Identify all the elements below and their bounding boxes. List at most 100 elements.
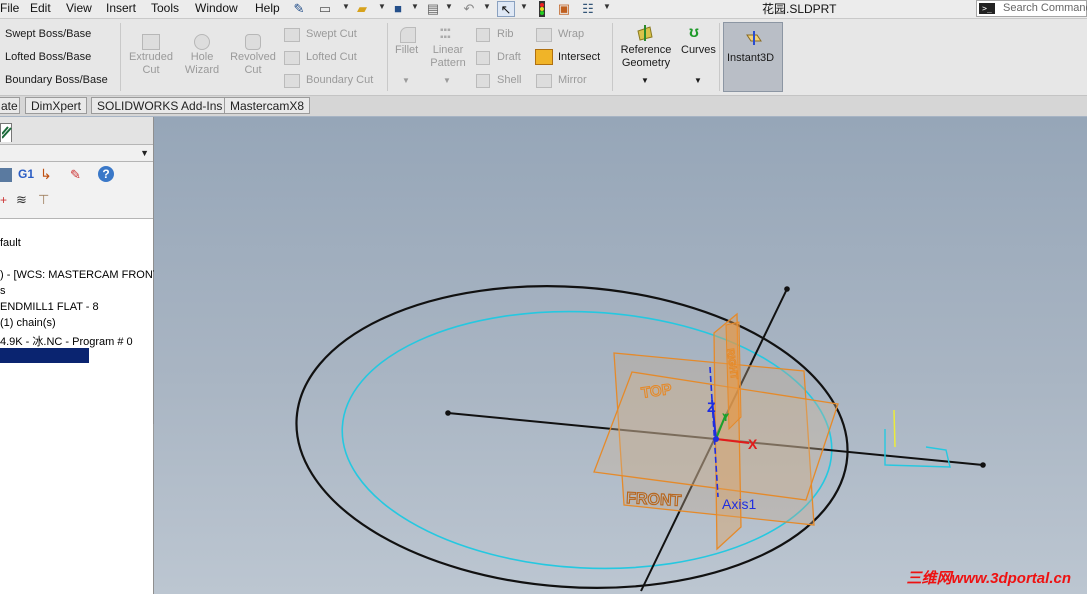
graphics-viewport[interactable]: ⌕ ⌕ ↩ ◧ ▦ ◩ ◌ ◉ ▣ TOP FRONT RIGHT Axis1 <box>154 117 1087 594</box>
verify-icon[interactable] <box>0 168 12 182</box>
small-sketch-yellow <box>893 409 896 448</box>
hole-wizard-icon <box>194 34 210 50</box>
curves-icon: ʊ <box>689 24 699 41</box>
intersect-button[interactable]: Intersect <box>558 51 600 63</box>
g1-button[interactable]: G1 <box>18 167 34 181</box>
watermark: 三维网www.3dportal.cn <box>906 570 1071 587</box>
boundary-boss-button[interactable]: Boundary Boss/Base <box>5 74 108 86</box>
menu-insert[interactable]: Insert <box>106 1 136 15</box>
search-commands-input[interactable]: >_ Search Commands <box>976 0 1087 17</box>
menu-tools[interactable]: Tools <box>151 1 179 15</box>
ribbon-divider <box>719 23 720 91</box>
boundary-cut-icon <box>284 74 300 88</box>
chevron-down-icon[interactable]: ▼ <box>402 76 410 85</box>
tree-item-toolpath-group[interactable]: ) - [WCS: MASTERCAM FRONT] <box>0 269 163 281</box>
menu-file[interactable]: File <box>0 1 19 15</box>
pin-icon[interactable]: ✎ <box>292 1 306 17</box>
insert-arrow-icon[interactable]: ⊤ <box>38 192 49 208</box>
save-icon[interactable]: ■ <box>390 1 406 17</box>
menu-edit[interactable]: Edit <box>30 1 51 15</box>
tab-evaluate[interactable]: ate <box>0 97 20 114</box>
panel-dropdown[interactable]: ▼ <box>0 145 153 162</box>
swept-boss-button[interactable]: Swept Boss/Base <box>5 28 91 40</box>
revolved-cut-label-line2: Cut <box>244 64 262 76</box>
help-icon[interactable]: ? <box>98 166 114 182</box>
menu-help[interactable]: Help <box>255 1 280 15</box>
linear-pattern-label-line2: Pattern <box>430 57 466 69</box>
sketch-point <box>445 410 451 416</box>
mirror-icon <box>536 74 552 88</box>
document-title: 花园.SLDPRT <box>762 2 837 16</box>
hole-wizard-label-line1: Hole <box>190 51 214 63</box>
panel-tab-strip <box>0 117 153 145</box>
axis1-label: Axis1 <box>722 496 756 512</box>
toggle-display-icon[interactable]: ≋ <box>16 192 27 208</box>
swept-cut-button[interactable]: Swept Cut <box>306 28 357 40</box>
tree-item-tool[interactable]: ENDMILL1 FLAT - 8 <box>0 301 99 313</box>
chevron-down-icon[interactable]: ▼ <box>694 76 702 85</box>
chevron-down-icon[interactable]: ▼ <box>342 2 350 11</box>
tab-mastercamx8[interactable]: MastercamX8 <box>224 97 311 114</box>
wrap-button[interactable]: Wrap <box>558 28 584 40</box>
draft-button[interactable]: Draft <box>497 51 521 63</box>
options-icon[interactable]: ☷ <box>580 1 596 17</box>
chevron-down-icon[interactable]: ▼ <box>140 148 149 158</box>
post-icon[interactable]: ↳ <box>40 166 52 183</box>
chevron-down-icon[interactable]: ▼ <box>443 76 451 85</box>
linear-pattern-button[interactable]: Linear Pattern <box>424 44 472 70</box>
ribbon-divider <box>120 23 121 91</box>
mirror-button[interactable]: Mirror <box>558 74 587 86</box>
tree-item-nc-file[interactable]: 4.9K - 冰.NC - Program # 0 <box>0 333 133 349</box>
print-icon[interactable]: ▤ <box>425 1 441 17</box>
chevron-down-icon[interactable]: ▼ <box>411 2 419 11</box>
tab-dimxpert[interactable]: DimXpert <box>25 97 88 114</box>
triad-x-label: X <box>748 436 758 452</box>
revolved-cut-label-line1: Revolved <box>230 51 276 63</box>
fillet-button[interactable]: Fillet <box>395 44 418 56</box>
reference-geometry-button[interactable]: Reference Geometry <box>617 44 675 70</box>
chevron-down-icon[interactable]: ▼ <box>603 2 611 11</box>
menu-window[interactable]: Window <box>195 1 238 15</box>
instant3d-icon <box>746 31 762 45</box>
file-props-icon[interactable]: ▣ <box>556 1 572 17</box>
rib-button[interactable]: Rib <box>497 28 514 40</box>
chevron-down-icon[interactable]: ▼ <box>641 76 649 85</box>
new-doc-icon[interactable]: ▭ <box>318 1 332 17</box>
rib-icon <box>476 28 490 42</box>
model-graphics: TOP FRONT RIGHT Axis1 Z X Y <box>295 285 986 592</box>
linear-pattern-icon: ▪▪▪ ▪▪▪ <box>440 25 451 43</box>
open-icon[interactable]: ▰ <box>354 1 370 17</box>
highfeed-icon[interactable]: ✎ <box>70 167 81 183</box>
chevron-down-icon[interactable]: ▼ <box>445 2 453 11</box>
traffic-light-icon[interactable] <box>536 1 548 17</box>
extruded-cut-label-line1: Extruded <box>128 51 174 63</box>
tree-item-geometry[interactable]: (1) chain(s) <box>0 317 56 329</box>
chevron-down-icon[interactable]: ▼ <box>520 2 528 11</box>
boundary-cut-button[interactable]: Boundary Cut <box>306 74 373 86</box>
lofted-cut-button[interactable]: Lofted Cut <box>306 51 357 63</box>
extruded-cut-icon <box>142 34 160 50</box>
chevron-down-icon[interactable]: ▼ <box>483 2 491 11</box>
extruded-cut-button[interactable]: Extruded Cut <box>126 51 176 77</box>
menu-bar: File Edit View Insert Tools Window Help … <box>0 0 1087 19</box>
tab-solidworks-addins[interactable]: SOLIDWORKS Add-Ins <box>91 97 229 114</box>
ribbon-divider <box>387 23 388 91</box>
lock-icon[interactable]: + <box>0 193 7 207</box>
undo-icon[interactable]: ↶ <box>461 1 477 17</box>
sketch-point <box>784 286 790 292</box>
reference-geometry-label-line1: Reference <box>620 44 672 56</box>
tree-item-parameters[interactable]: s <box>0 285 6 297</box>
lofted-boss-button[interactable]: Lofted Boss/Base <box>5 51 91 63</box>
chevron-down-icon[interactable]: ▼ <box>378 2 386 11</box>
revolved-cut-button[interactable]: Revolved Cut <box>228 51 278 77</box>
tree-selection-highlight[interactable] <box>0 348 89 363</box>
instant3d-button[interactable]: Instant3D <box>723 22 783 92</box>
hole-wizard-button[interactable]: Hole Wizard <box>178 51 226 77</box>
select-arrow-icon[interactable]: ↖ <box>497 1 515 17</box>
menu-view[interactable]: View <box>66 1 92 15</box>
triad-y-label: Y <box>722 412 730 424</box>
tree-item-machine-group[interactable]: fault <box>0 237 21 249</box>
curves-button[interactable]: Curves <box>681 44 716 56</box>
shell-button[interactable]: Shell <box>497 74 521 86</box>
toolpath-tab[interactable] <box>0 123 12 142</box>
